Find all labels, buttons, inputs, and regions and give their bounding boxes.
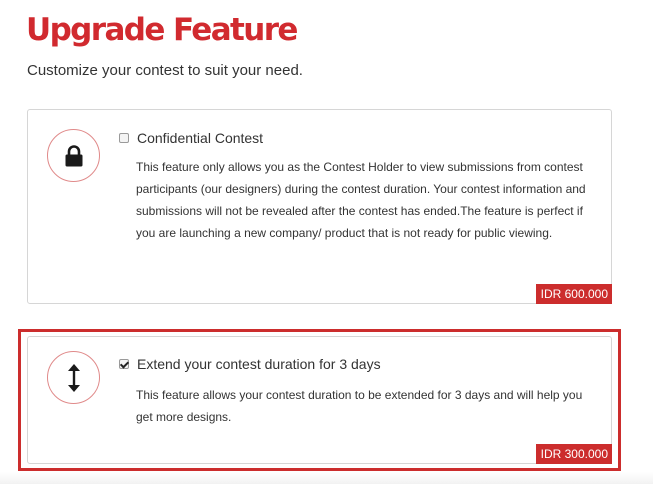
feature-card-confidential: Confidential Contest This feature only a… <box>27 109 612 304</box>
confidential-description: This feature only allows you as the Cont… <box>136 160 586 240</box>
confidential-checkbox[interactable] <box>119 133 129 143</box>
page-subtitle: Customize your contest to suit your need… <box>27 62 303 79</box>
upgrade-feature-page: Upgrade Feature Customize your contest t… <box>0 0 653 484</box>
page-title: Upgrade Feature <box>26 12 298 48</box>
bottom-fade <box>0 472 653 484</box>
confidential-option[interactable]: Confidential Contest <box>119 129 263 147</box>
confidential-label[interactable]: Confidential Contest <box>137 129 263 147</box>
selected-highlight-frame <box>18 329 621 471</box>
confidential-price-badge: IDR 600.000 <box>535 284 612 304</box>
lock-icon <box>47 129 100 182</box>
